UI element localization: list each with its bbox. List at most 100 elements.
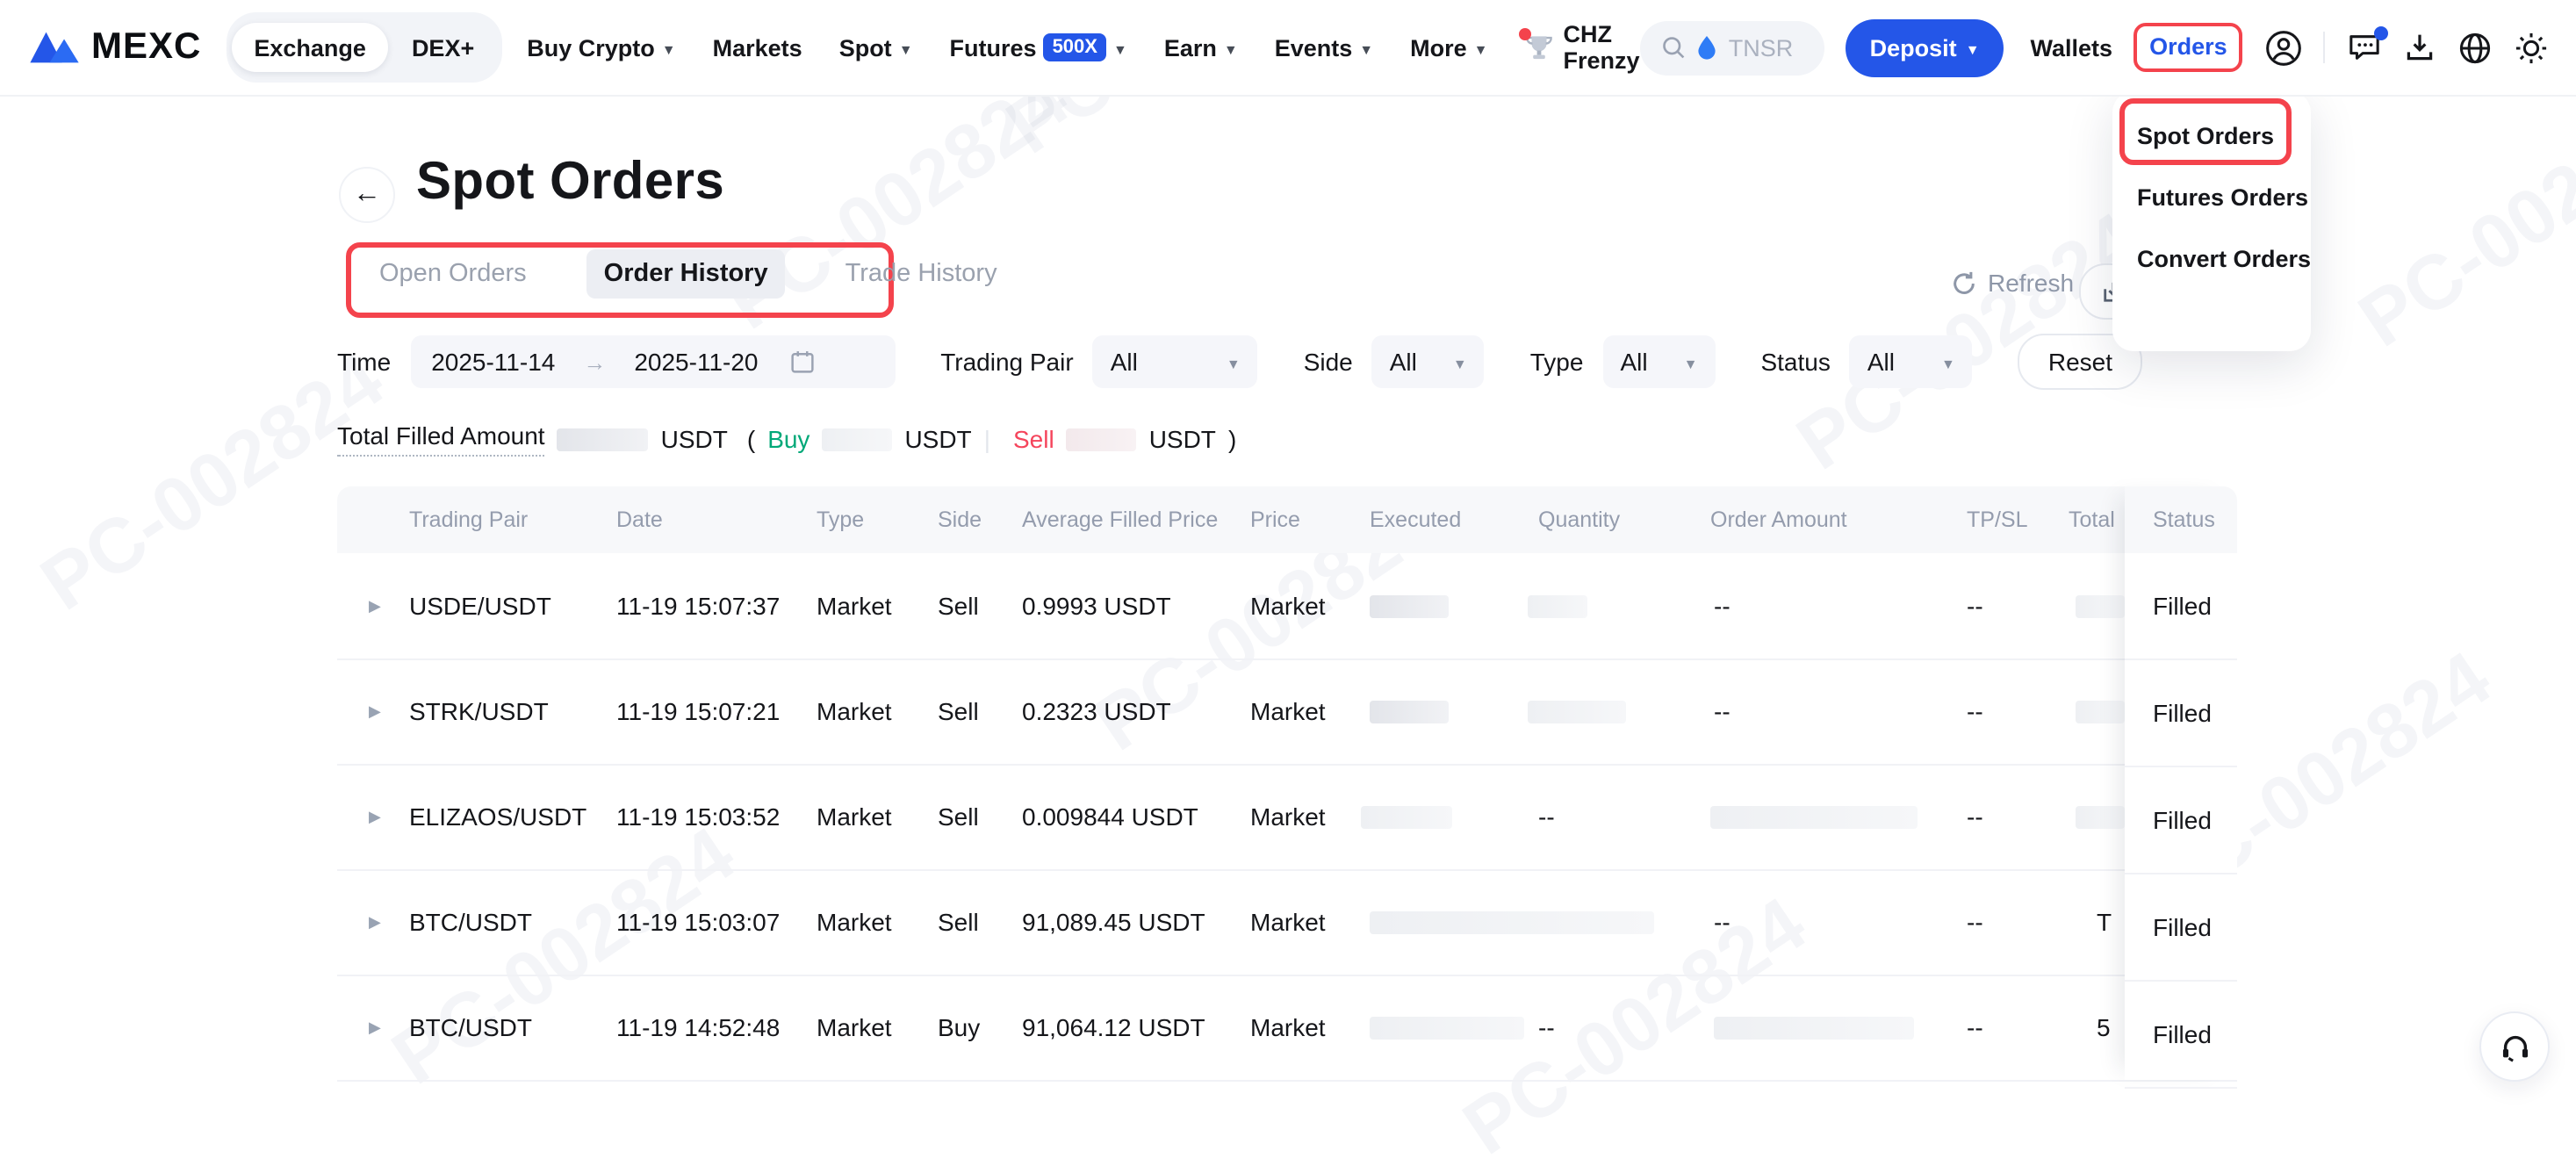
mexc-logo[interactable]: MEXC (28, 26, 201, 68)
mexc-logo-text: MEXC (91, 26, 201, 68)
nav-markets[interactable]: Markets (713, 34, 802, 61)
sell-currency: USDT (1149, 425, 1216, 453)
tab-order-history[interactable]: Order History (586, 249, 786, 299)
cell-pair: BTC/USDT (409, 869, 532, 975)
promo-chz-frenzy[interactable]: CHZ Frenzy (1524, 21, 1640, 74)
messages-button[interactable] (2348, 32, 2381, 63)
cell-tpsl: -- (1967, 975, 1983, 1080)
redacted-total (2076, 595, 2125, 618)
redacted-order-amount (1714, 1017, 1914, 1040)
orders-link[interactable]: Orders (2149, 33, 2227, 60)
table-header-row: Trading Pair Date Type Side Average Fill… (337, 486, 2237, 553)
refresh-icon (1951, 270, 1977, 296)
customer-support-button[interactable] (2479, 1011, 2550, 1082)
summary-divider: | (984, 425, 990, 453)
cell-type: Market (817, 658, 892, 764)
menu-item-convert-orders[interactable]: Convert Orders (2112, 228, 2311, 290)
nav-futures-label: Futures (950, 34, 1037, 61)
watermark: PC-002824 (2344, 74, 2576, 365)
tab-trade-history[interactable]: Trade History (828, 249, 1015, 299)
nav-events[interactable]: Events▼ (1275, 34, 1373, 61)
cell-pair: STRK/USDT (409, 658, 549, 764)
tab-open-orders[interactable]: Open Orders (362, 249, 544, 299)
redacted-total (2076, 701, 2125, 723)
menu-item-futures-orders[interactable]: Futures Orders (2112, 167, 2311, 228)
nav-futures[interactable]: Futures500X▼ (950, 33, 1127, 61)
chevron-down-icon: ▼ (1966, 41, 1980, 57)
total-currency: USDT (661, 425, 728, 453)
back-button[interactable]: ← (339, 167, 395, 223)
buy-currency: USDT (904, 425, 971, 453)
redacted-quantity (1528, 701, 1626, 723)
type-select[interactable]: All▼ (1602, 335, 1715, 388)
table-row: ▶ ELIZAOS/USDT 11-19 15:03:52 Market Sel… (337, 764, 2237, 871)
user-avatar-icon (2266, 29, 2303, 66)
expand-row-button[interactable]: ▶ (369, 553, 381, 658)
nav-earn-label: Earn (1164, 34, 1217, 61)
date-range-input[interactable]: 2025-11-14 → 2025-11-20 (410, 335, 895, 388)
futures-500x-badge: 500X (1044, 33, 1106, 61)
search-input[interactable]: TNSR (1641, 20, 1824, 75)
status-select[interactable]: All▼ (1850, 335, 1973, 388)
redacted-total (2076, 806, 2125, 829)
cell-avg-price: 0.9993 USDT (1022, 553, 1171, 658)
redacted-quantity (1528, 595, 1587, 618)
nav-earn[interactable]: Earn ▼ (1164, 34, 1238, 61)
download-icon (2404, 32, 2436, 63)
side-select[interactable]: All▼ (1372, 335, 1485, 388)
type-label: Type (1530, 348, 1584, 376)
nav-spot[interactable]: Spot▼ (839, 34, 913, 61)
nav-more[interactable]: More▼ (1410, 34, 1487, 61)
cell-pair: BTC/USDT (409, 975, 532, 1080)
nav-buy-crypto-label: Buy Crypto (527, 34, 655, 61)
trading-pair-select[interactable]: All▼ (1093, 335, 1258, 388)
cell-avg-price: 91,064.12 USDT (1022, 975, 1205, 1080)
total-filled-label: Total Filled Amount (337, 421, 545, 457)
cell-type: Market (817, 869, 892, 975)
cell-tpsl: -- (1967, 869, 1983, 975)
redacted-executed (1370, 595, 1449, 618)
order-history-table: Trading Pair Date Type Side Average Fill… (337, 486, 2237, 1083)
cell-type: Market (817, 975, 892, 1080)
toggle-dex[interactable]: DEX+ (389, 23, 497, 72)
arrow-right-icon: → (583, 349, 606, 375)
calendar-icon (790, 349, 815, 374)
page-title: Spot Orders (416, 153, 724, 212)
cell-tpsl: -- (1967, 658, 1983, 764)
expand-row-button[interactable]: ▶ (369, 869, 381, 975)
chevron-down-icon: ▼ (1224, 41, 1238, 57)
search-placeholder: TNSR (1729, 34, 1794, 61)
cell-avg-price: 0.2323 USDT (1022, 658, 1171, 764)
nav-buy-crypto[interactable]: Buy Crypto▼ (527, 34, 675, 61)
wallets-link[interactable]: Wallets (2031, 34, 2113, 61)
notification-dot (2374, 26, 2388, 40)
menu-item-spot-orders[interactable]: Spot Orders (2112, 105, 2311, 167)
cell-price: Market (1250, 764, 1326, 869)
sun-icon (2515, 31, 2548, 64)
redacted-order-amount (1710, 806, 1918, 829)
theme-button[interactable] (2515, 31, 2548, 64)
col-order-amount: Order Amount (1710, 486, 1847, 553)
cell-tpsl: -- (1967, 553, 1983, 658)
trophy-icon (1524, 32, 1554, 62)
cell-type: Market (817, 553, 892, 658)
account-button[interactable] (2266, 29, 2303, 66)
refresh-button[interactable]: Refresh (1951, 269, 2074, 297)
cell-order-amount: -- (1714, 869, 1731, 975)
cell-order-amount: -- (1714, 553, 1731, 658)
col-price: Price (1250, 486, 1300, 553)
redacted-buy-amount (822, 428, 892, 450)
cell-side: Sell (938, 764, 979, 869)
expand-row-button[interactable]: ▶ (369, 975, 381, 1080)
col-type: Type (817, 486, 864, 553)
redacted-executed (1370, 911, 1654, 934)
language-button[interactable] (2458, 31, 2492, 64)
chevron-down-icon: ▼ (899, 41, 913, 57)
expand-row-button[interactable]: ▶ (369, 658, 381, 764)
deposit-button[interactable]: Deposit ▼ (1846, 18, 2004, 76)
status-badge: Filled (2125, 660, 2237, 767)
toggle-exchange[interactable]: Exchange (231, 23, 389, 72)
download-app-button[interactable] (2404, 32, 2436, 63)
headset-icon (2498, 1030, 2531, 1063)
expand-row-button[interactable]: ▶ (369, 764, 381, 869)
